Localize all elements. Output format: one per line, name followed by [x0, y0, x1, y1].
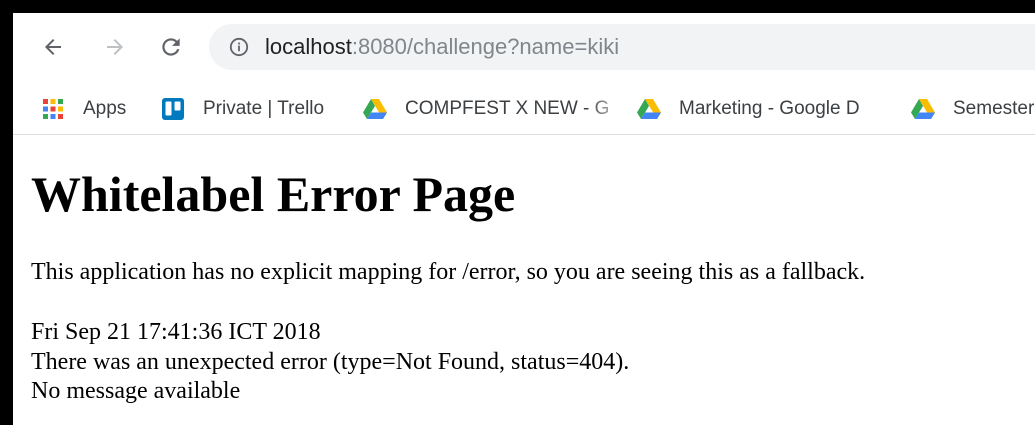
url-path: :8080/challenge?name=kiki	[351, 34, 620, 59]
bookmark-label: Marketing - Google D	[679, 98, 860, 119]
browser-window: localhost:8080/challenge?name=kiki Apps	[13, 13, 1035, 425]
bookmark-marketing[interactable]: Marketing - Google D	[637, 83, 902, 135]
page-content: Whitelabel Error Page This application h…	[13, 136, 1035, 425]
info-icon[interactable]	[229, 37, 249, 57]
bookmarks-bar: Apps Private | Trello COMPFEST X NEW - G	[13, 83, 1035, 135]
bookmark-apps[interactable]: Apps	[41, 83, 126, 135]
bookmark-label: Semester	[953, 98, 1035, 119]
bookmark-label: Apps	[83, 98, 127, 119]
trello-icon	[162, 98, 184, 120]
apps-grid-icon	[43, 99, 63, 119]
page-title: Whitelabel Error Page	[31, 166, 516, 222]
bookmark-label: COMPFEST X NEW - G	[405, 98, 610, 119]
browser-toolbar: localhost:8080/challenge?name=kiki	[13, 13, 1035, 83]
error-detail: There was an unexpected error (type=Not …	[31, 349, 630, 375]
google-drive-icon	[911, 99, 935, 119]
bookmark-compfest[interactable]: COMPFEST X NEW - G	[363, 83, 628, 135]
address-bar[interactable]: localhost:8080/challenge?name=kiki	[209, 24, 1035, 70]
back-button[interactable]	[37, 31, 69, 63]
url-text[interactable]: localhost:8080/challenge?name=kiki	[265, 34, 619, 60]
google-drive-icon	[637, 99, 661, 119]
bookmark-trello[interactable]: Private | Trello	[161, 83, 324, 135]
error-timestamp: Fri Sep 21 17:41:36 ICT 2018	[31, 319, 321, 345]
forward-button[interactable]	[99, 31, 131, 63]
google-drive-icon	[363, 99, 387, 119]
reload-icon	[162, 38, 180, 56]
error-message: No message available	[31, 378, 241, 404]
bookmark-label: Private | Trello	[203, 98, 325, 119]
arrow-right-icon	[107, 39, 123, 55]
bookmark-semester[interactable]: Semester	[911, 83, 1035, 135]
reload-button[interactable]	[155, 31, 187, 63]
url-host: localhost	[265, 34, 352, 59]
arrow-left-icon	[45, 39, 61, 55]
error-explanation: This application has no explicit mapping…	[31, 259, 866, 285]
